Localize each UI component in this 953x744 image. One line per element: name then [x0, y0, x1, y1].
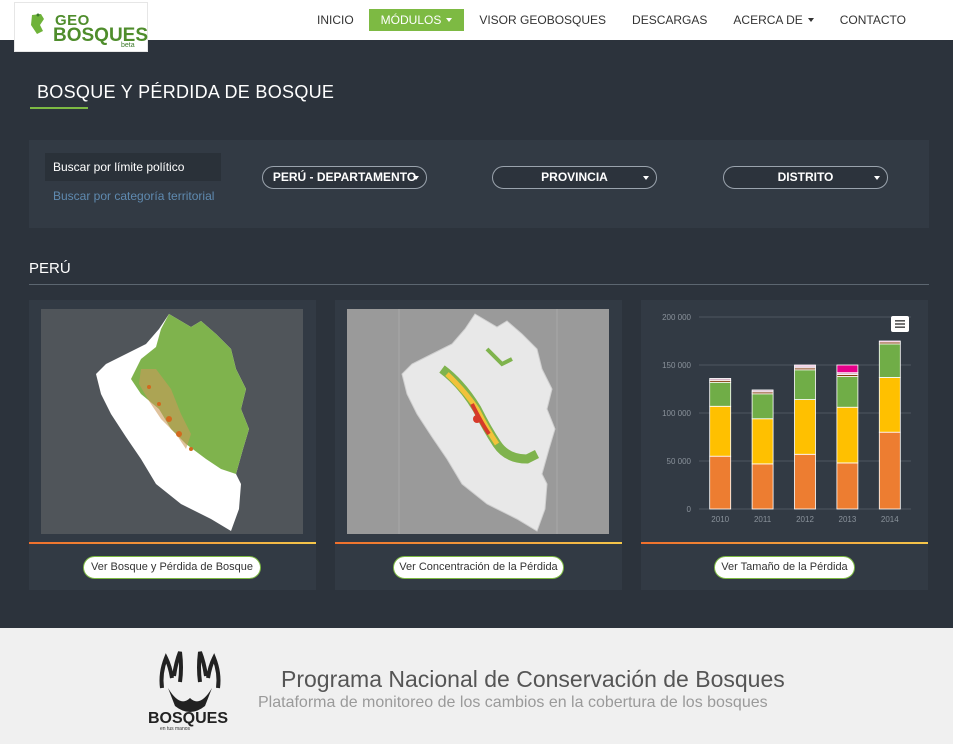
filter-panel: Buscar por límite político Buscar por ca…	[29, 140, 929, 228]
page-title: BOSQUE Y PÉRDIDA DE BOSQUE	[37, 82, 335, 102]
hamburger-menu-icon[interactable]	[891, 316, 909, 332]
distrito-select[interactable]: DISTRITO	[723, 166, 888, 189]
chart-bar-segment	[751, 418, 774, 465]
chart-bar-segment	[836, 462, 859, 510]
nav-inicio-label: INICIO	[316, 13, 354, 27]
card-bosque: Ver Bosque y Pérdida de Bosque	[29, 300, 316, 590]
section-divider	[29, 284, 929, 285]
nav-modulos-label: MÓDULOS	[380, 13, 442, 27]
provincia-select-label: PROVINCIA	[541, 170, 608, 184]
caret-down-icon	[413, 176, 419, 180]
section-heading: PERÚ	[29, 260, 71, 277]
peru-leaf-icon	[31, 13, 44, 34]
chart-bar-segment	[878, 343, 901, 378]
card-concentracion: Ver Concentración de la Pérdida	[335, 300, 622, 590]
chart-bar-segment	[751, 389, 774, 393]
provincia-select[interactable]: PROVINCIA	[492, 166, 657, 189]
nav-acerca-de[interactable]: ACERCA DE	[720, 9, 826, 31]
tab-limite-politico[interactable]: Buscar por límite político	[45, 153, 221, 181]
title-underline	[30, 107, 88, 109]
chart-bar-segment	[878, 340, 901, 343]
ver-tamano-button[interactable]: Ver Tamaño de la Pérdida	[714, 556, 855, 579]
card-accent-line	[335, 542, 622, 544]
tab-categoria-territorial[interactable]: Buscar por categoría territorial	[45, 182, 221, 210]
chart-bar-segment	[878, 377, 901, 433]
nav-acerca-label: ACERCA DE	[733, 13, 803, 27]
chart-bar-segment	[794, 453, 816, 510]
nav-descargas-label: DESCARGAS	[632, 13, 708, 27]
peru-forest-map	[41, 309, 303, 534]
footer: BOSQUES en tus manos Programa Nacional d…	[0, 628, 953, 744]
caret-down-icon	[643, 176, 649, 180]
chart-bar-segment	[709, 381, 732, 407]
chart-y-tick-label: 50 000	[667, 457, 692, 466]
chart-y-tick-label: 100 000	[662, 409, 691, 418]
chart-bar-segment	[878, 431, 901, 510]
departamento-select-label: PERÚ - DEPARTAMENTO	[272, 170, 417, 184]
chart-y-tick-label: 150 000	[662, 361, 691, 370]
nav-inicio[interactable]: INICIO	[304, 9, 367, 31]
chart-bar-segment	[709, 405, 732, 457]
chart-x-tick-label: 2011	[754, 515, 772, 524]
footer-title: Programa Nacional de Conservación de Bos…	[281, 666, 785, 692]
caret-down-icon	[807, 18, 814, 22]
loss-size-chart: 0 50 000 100 000 150 000 200 000 2010 2011 2012…	[662, 313, 911, 524]
main-menu: INICIO MÓDULOS VISOR GEOBOSQUES DESCARGA…	[304, 9, 953, 31]
chart-x-tick-label: 2012	[796, 515, 814, 524]
peru-concentration-map-svg	[398, 309, 558, 534]
hamburger-lines	[895, 320, 905, 328]
chart-bar-segment	[794, 369, 816, 400]
chart-bar-segment	[794, 364, 816, 367]
peru-loss-concentration-map	[347, 309, 609, 534]
chart-bar-segment	[751, 463, 774, 510]
footer-subtitle: Plataforma de monitoreo de los cambios e…	[258, 694, 768, 711]
top-navbar: GEO BOSQUES beta INICIO MÓDULOS VISOR GE…	[0, 0, 953, 52]
chart-bar-segment	[836, 364, 859, 374]
chart-bar-segment	[836, 376, 859, 408]
chart-y-tick-label: 0	[687, 505, 692, 514]
chart-bar-segment	[709, 378, 732, 381]
logo-beta-text: beta	[121, 42, 135, 49]
card-accent-line	[29, 542, 316, 544]
ver-bosque-button[interactable]: Ver Bosque y Pérdida de Bosque	[83, 556, 261, 579]
chart-bar-segment	[836, 406, 859, 464]
chart-bar-segment	[709, 455, 732, 510]
nav-contacto-label: CONTACTO	[839, 13, 906, 27]
chart-x-tick-label: 2010	[711, 515, 729, 524]
nav-descargas[interactable]: DESCARGAS	[619, 9, 720, 31]
nav-visor-label: VISOR GEOBOSQUES	[479, 13, 607, 27]
geobosques-logo[interactable]: GEO BOSQUES beta	[14, 2, 148, 52]
nav-visor-geobosques[interactable]: VISOR GEOBOSQUES	[466, 9, 619, 31]
chart-bar-segment	[794, 399, 816, 455]
nav-modulos[interactable]: MÓDULOS	[368, 9, 465, 31]
footer-logo-subtext: en tus manos	[160, 726, 191, 732]
chart-bar-segment	[751, 393, 774, 420]
departamento-select[interactable]: PERÚ - DEPARTAMENTO	[262, 166, 427, 189]
chart-x-tick-label: 2014	[881, 515, 899, 524]
distrito-select-label: DISTRITO	[777, 170, 834, 184]
peru-forest-map-svg	[96, 314, 249, 531]
nav-contacto[interactable]: CONTACTO	[827, 9, 953, 31]
caret-down-icon	[446, 18, 453, 22]
ver-concentracion-button[interactable]: Ver Concentración de la Pérdida	[393, 556, 564, 579]
chart-x-tick-label: 2013	[839, 515, 857, 524]
card-tamano: 0 50 000 100 000 150 000 200 000 2010 2011 2012…	[641, 300, 928, 590]
card-accent-line	[641, 542, 928, 544]
caret-down-icon	[874, 176, 880, 180]
chart-y-tick-label: 200 000	[662, 313, 691, 322]
